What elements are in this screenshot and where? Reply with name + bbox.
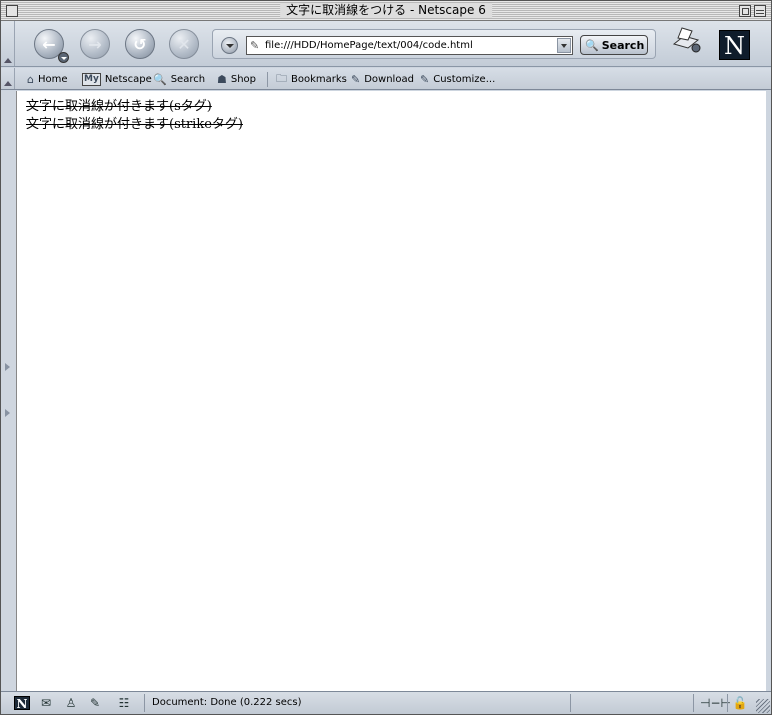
personal-item-shop[interactable]: ☗ Shop (217, 71, 256, 87)
home-icon: ⌂ (27, 72, 34, 86)
zoom-box[interactable] (739, 5, 751, 17)
netscape-throbber-logo[interactable]: N (719, 30, 750, 60)
strikethrough-text-s-tag: 文字に取消線が付きます(sタグ) (26, 99, 212, 114)
mail-icon[interactable]: ✉ (38, 696, 54, 710)
netscape-icon[interactable]: N (14, 696, 30, 711)
back-history-dropdown[interactable] (58, 52, 69, 63)
personal-item-label: Customize... (433, 73, 496, 85)
personal-item-label: Bookmarks (291, 73, 347, 85)
print-button[interactable] (670, 26, 702, 54)
back-arrow-icon: ← (42, 34, 56, 54)
go-menu-dropdown[interactable] (221, 37, 238, 54)
personal-item-label: Search (170, 73, 206, 85)
grippy-arrow-icon (4, 58, 12, 63)
status-divider (144, 694, 145, 712)
stop-button[interactable]: ✕ (169, 29, 199, 59)
collapse-box[interactable] (754, 5, 766, 17)
personal-item-label: Shop (230, 73, 257, 85)
instant-messenger-icon[interactable]: ♙ (63, 696, 79, 710)
magnifier-icon: 🔍 (585, 38, 599, 52)
strikethrough-text-strike-tag: 文字に取消線が付きます(strikeタグ) (26, 117, 243, 132)
folder-icon: 🗀 (276, 71, 287, 85)
personal-item-label: Download (364, 73, 414, 85)
search-icon: 🔍 (153, 72, 167, 86)
status-divider (693, 694, 694, 712)
composer-icon[interactable]: ✎ (87, 696, 103, 710)
navigation-toolbar: ← → ↺ ✕ ✎ 🔍 Search N (1, 21, 771, 67)
browser-window: 文字に取消線をつける - Netscape 6 ← → ↺ ✕ ✎ 🔍 Sear… (0, 0, 772, 715)
grippy-arrow-icon (4, 81, 12, 86)
bookmark-link-icon: ✎ (420, 72, 430, 86)
personal-item-download[interactable]: ✎ Download (351, 71, 414, 87)
url-field[interactable]: ✎ (246, 36, 573, 55)
window-title: 文字に取消線をつける - Netscape 6 (280, 3, 492, 18)
online-plug-icon[interactable]: ⊣−⊢ (700, 696, 731, 710)
forward-arrow-icon: → (88, 34, 102, 54)
navbar-grippy[interactable] (1, 21, 15, 66)
printer-icon (672, 27, 701, 53)
status-divider (727, 694, 728, 712)
unlocked-padlock-icon[interactable]: 🔓 (732, 696, 748, 710)
forward-button[interactable]: → (80, 29, 110, 59)
sidebar-open-arrow-icon (5, 363, 10, 371)
reload-button[interactable]: ↺ (125, 29, 155, 59)
personal-item-my-netscape[interactable]: My Netscape (82, 71, 152, 87)
netscape-n-icon: N (724, 32, 745, 60)
search-button-label: Search (601, 38, 645, 52)
personal-item-bookmarks[interactable]: 🗀 Bookmarks (276, 71, 347, 87)
my-netscape-icon: My (82, 72, 101, 86)
address-book-icon[interactable]: ☷ (116, 696, 132, 710)
window-right-edge (766, 91, 771, 691)
sidebar-grippy[interactable] (1, 91, 16, 691)
personal-item-label: Home (37, 73, 68, 85)
reload-icon: ↺ (133, 34, 147, 54)
personal-toolbar: ⌂ Home My Netscape 🔍 Search ☗ Shop 🗀 Boo… (1, 68, 771, 90)
personal-item-label: Netscape (104, 73, 152, 85)
status-text: Document: Done (0.222 secs) (152, 697, 302, 708)
content-area[interactable]: 文字に取消線が付きます(sタグ) 文字に取消線が付きます(strikeタグ) (16, 91, 766, 691)
url-input[interactable] (265, 40, 557, 51)
personal-item-home[interactable]: ⌂ Home (27, 71, 68, 87)
bookmark-link-icon: ✎ (351, 72, 361, 86)
url-bar-group: ✎ 🔍 Search (212, 29, 656, 59)
sidebar-open-arrow-icon (5, 409, 10, 417)
search-button[interactable]: 🔍 Search (580, 35, 648, 55)
url-history-dropdown[interactable] (557, 38, 571, 53)
resize-grip[interactable] (756, 699, 770, 713)
toolbar-separator (267, 72, 268, 87)
status-bar: N ✉ ♙ ✎ ☷ Document: Done (0.222 secs) ⊣−… (1, 691, 771, 714)
close-box[interactable] (6, 5, 18, 17)
title-bar[interactable]: 文字に取消線をつける - Netscape 6 (1, 1, 771, 21)
personal-item-customize[interactable]: ✎ Customize... (420, 71, 495, 87)
page-proxy-icon[interactable]: ✎ (250, 39, 262, 52)
stop-x-icon: ✕ (177, 34, 191, 54)
personalbar-grippy[interactable] (1, 68, 15, 89)
status-divider (570, 694, 571, 712)
personal-item-search[interactable]: 🔍 Search (153, 71, 205, 87)
shop-icon: ☗ (217, 72, 227, 86)
